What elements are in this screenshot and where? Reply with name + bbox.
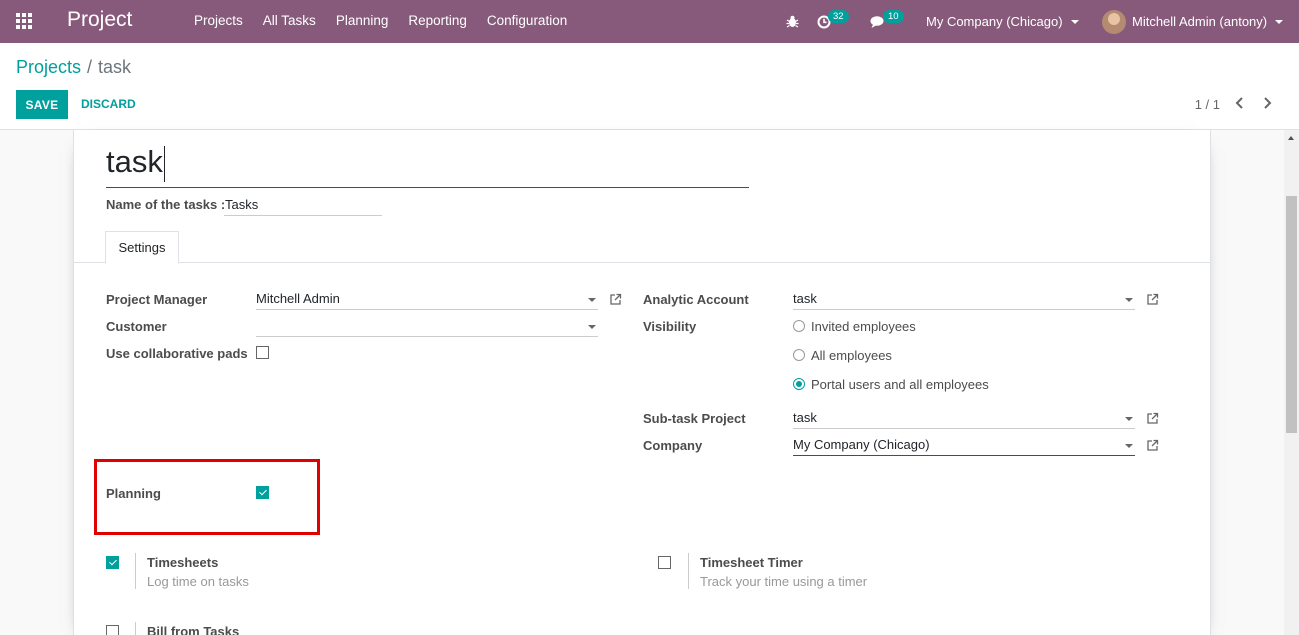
bill-from-tasks-checkbox[interactable] bbox=[106, 625, 119, 635]
tab-settings[interactable]: Settings bbox=[105, 231, 179, 264]
text-cursor bbox=[163, 145, 165, 182]
debug-icon[interactable] bbox=[786, 0, 799, 43]
radio-invited-employees[interactable] bbox=[793, 320, 805, 332]
user-menu[interactable]: Mitchell Admin (antony) bbox=[1102, 0, 1284, 43]
company-label: Company bbox=[643, 438, 703, 453]
radio-label-all-employees: All employees bbox=[811, 348, 892, 363]
user-name: Mitchell Admin (antony) bbox=[1132, 14, 1268, 29]
notebook-tabs: Settings bbox=[74, 231, 1210, 264]
setting-divider bbox=[688, 553, 689, 589]
subtask-project-label: Sub-task Project bbox=[643, 411, 746, 426]
external-link-icon[interactable] bbox=[1146, 439, 1159, 452]
customer-label: Customer bbox=[106, 319, 167, 334]
collab-pads-checkbox[interactable] bbox=[256, 346, 269, 359]
chevron-down-icon bbox=[1070, 19, 1079, 24]
breadcrumb: Projects / task bbox=[16, 57, 131, 78]
timesheets-help: Log time on tasks bbox=[147, 574, 249, 589]
menu-reporting[interactable]: Reporting bbox=[408, 13, 467, 28]
project-manager-field[interactable]: Mitchell Admin bbox=[256, 290, 598, 310]
timesheet-timer-checkbox[interactable] bbox=[658, 556, 671, 569]
radio-portal-users[interactable] bbox=[793, 378, 805, 390]
external-link-icon[interactable] bbox=[609, 293, 622, 306]
analytic-account-value: task bbox=[793, 291, 817, 306]
chevron-down-icon bbox=[1275, 19, 1284, 24]
planning-checkbox[interactable] bbox=[256, 486, 269, 499]
company-field[interactable]: My Company (Chicago) bbox=[793, 436, 1135, 456]
radio-all-employees[interactable] bbox=[793, 349, 805, 361]
chevron-down-icon[interactable] bbox=[1125, 417, 1133, 421]
analytic-account-field[interactable]: task bbox=[793, 290, 1135, 310]
subtask-project-value: task bbox=[793, 410, 817, 425]
scroll-thumb[interactable] bbox=[1286, 196, 1297, 433]
top-navbar: Project Projects All Tasks Planning Repo… bbox=[0, 0, 1299, 43]
chevron-down-icon[interactable] bbox=[588, 298, 596, 302]
name-of-tasks-label: Name of the tasks : bbox=[106, 197, 226, 212]
timesheet-timer-title: Timesheet Timer bbox=[700, 555, 803, 570]
breadcrumb-current: task bbox=[98, 57, 132, 77]
project-name-value: task bbox=[106, 144, 163, 179]
chevron-left-icon[interactable] bbox=[1233, 95, 1247, 111]
timesheets-title: Timesheets bbox=[147, 555, 219, 570]
chevron-down-icon[interactable] bbox=[1125, 444, 1133, 448]
project-manager-label: Project Manager bbox=[106, 292, 208, 307]
chevron-down-icon[interactable] bbox=[1125, 298, 1133, 302]
planning-label: Planning bbox=[106, 486, 161, 501]
menu-projects[interactable]: Projects bbox=[194, 13, 243, 28]
scroll-up-icon[interactable] bbox=[1288, 136, 1294, 140]
external-link-icon[interactable] bbox=[1146, 412, 1159, 425]
scrollbar[interactable] bbox=[1284, 130, 1299, 635]
radio-label-invited-employees: Invited employees bbox=[811, 319, 916, 334]
company-switcher[interactable]: My Company (Chicago) bbox=[926, 0, 1079, 43]
activity-badge: 32 bbox=[828, 10, 849, 23]
analytic-account-label: Analytic Account bbox=[643, 292, 749, 307]
apps-menu-icon[interactable] bbox=[16, 13, 34, 29]
project-name-input[interactable]: task bbox=[106, 140, 749, 188]
discard-button[interactable]: DISCARD bbox=[81, 97, 136, 111]
chevron-down-icon[interactable] bbox=[588, 325, 596, 329]
project-manager-value: Mitchell Admin bbox=[256, 291, 340, 306]
menu-all-tasks[interactable]: All Tasks bbox=[263, 13, 316, 28]
chevron-right-icon[interactable] bbox=[1260, 95, 1274, 111]
app-title: Project bbox=[67, 8, 133, 31]
control-panel: Projects / task SAVE DISCARD 1 / 1 bbox=[0, 43, 1299, 130]
collab-pads-label: Use collaborative pads bbox=[106, 346, 248, 361]
company-name: My Company (Chicago) bbox=[926, 14, 1063, 29]
form-sheet: task Name of the tasks : Tasks Settings … bbox=[73, 130, 1211, 635]
external-link-icon[interactable] bbox=[1146, 293, 1159, 306]
menu-planning[interactable]: Planning bbox=[336, 13, 389, 28]
menu-configuration[interactable]: Configuration bbox=[487, 13, 567, 28]
activity-button[interactable]: 32 bbox=[817, 0, 849, 43]
radio-label-portal-users: Portal users and all employees bbox=[811, 377, 989, 392]
breadcrumb-separator: / bbox=[87, 57, 93, 77]
messages-button[interactable]: 10 bbox=[870, 0, 904, 43]
timesheets-checkbox[interactable] bbox=[106, 556, 119, 569]
visibility-label: Visibility bbox=[643, 319, 697, 334]
company-value: My Company (Chicago) bbox=[793, 437, 930, 452]
messages-badge: 10 bbox=[883, 10, 904, 23]
pager-value: 1 / 1 bbox=[1194, 97, 1220, 112]
bill-from-tasks-title: Bill from Tasks bbox=[147, 624, 240, 635]
timesheet-timer-help: Track your time using a timer bbox=[700, 574, 868, 589]
avatar bbox=[1102, 9, 1126, 34]
subtask-project-field[interactable]: task bbox=[793, 409, 1135, 429]
setting-divider bbox=[135, 553, 136, 589]
main-menu: Projects All Tasks Planning Reporting Co… bbox=[194, 13, 567, 28]
customer-field[interactable] bbox=[256, 317, 598, 337]
save-button[interactable]: SAVE bbox=[16, 90, 68, 119]
setting-divider bbox=[135, 622, 136, 635]
breadcrumb-projects[interactable]: Projects bbox=[16, 57, 81, 77]
name-of-tasks-input[interactable]: Tasks bbox=[224, 195, 382, 216]
